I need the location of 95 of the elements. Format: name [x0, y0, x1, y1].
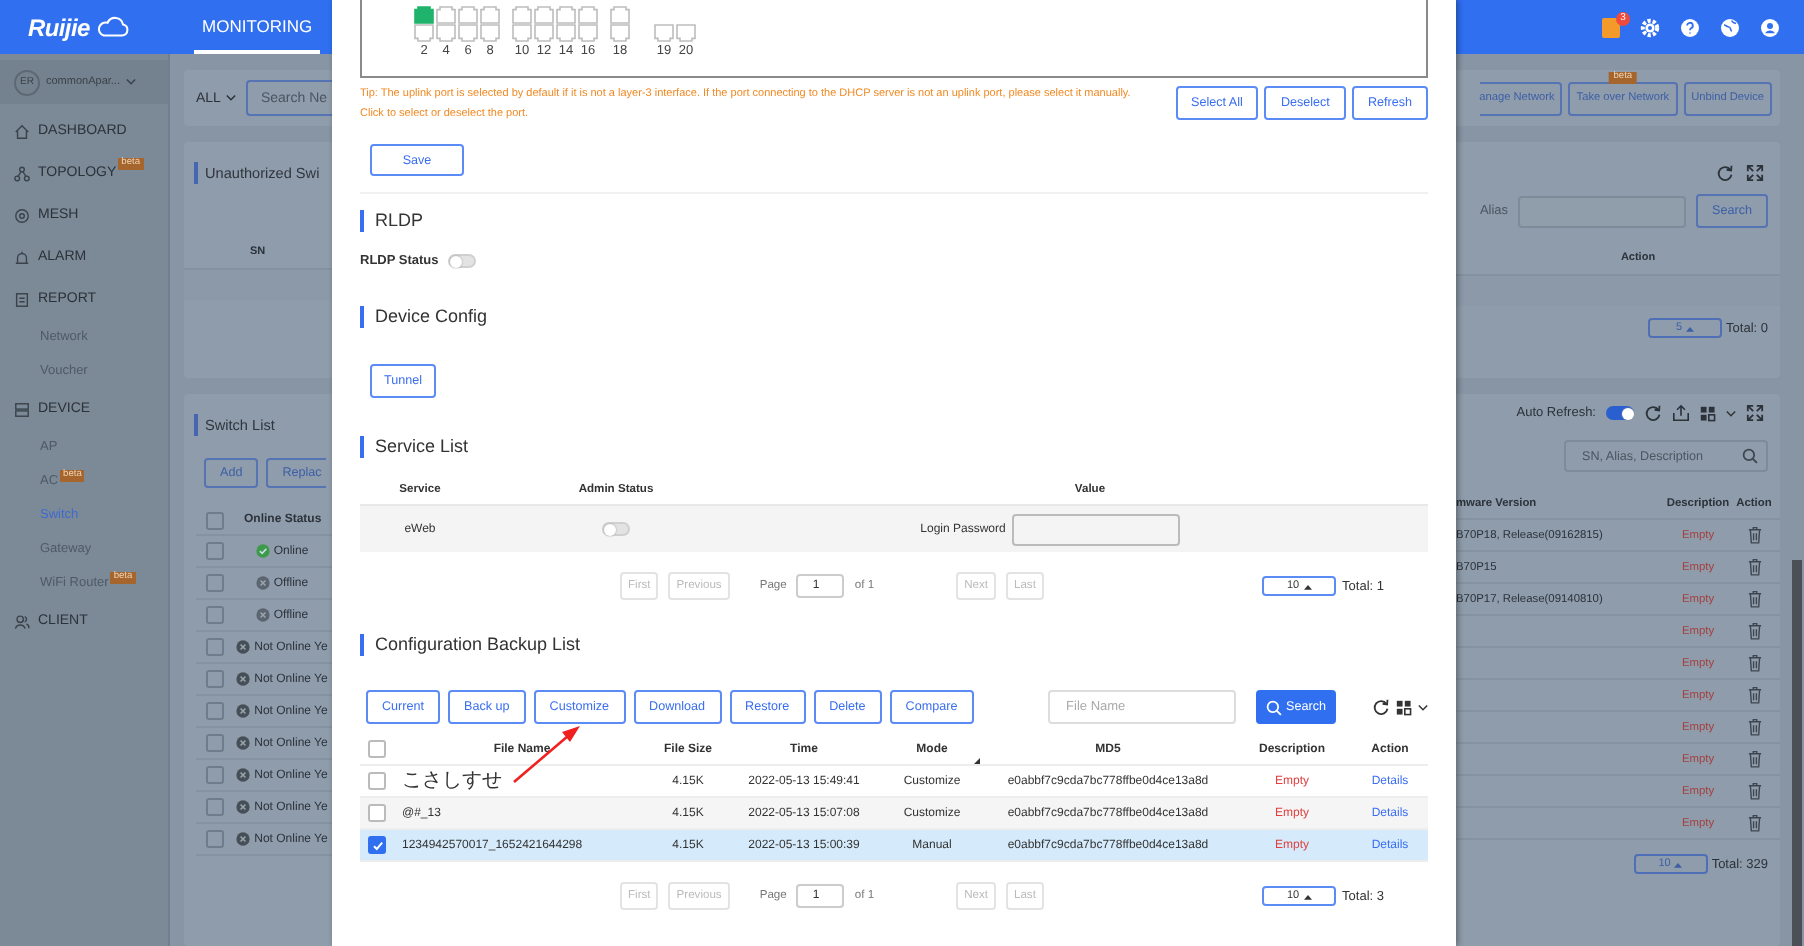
port-icon[interactable] [578, 24, 598, 42]
trash-icon[interactable] [1747, 526, 1761, 544]
caret-icon [1303, 893, 1312, 899]
checkbox[interactable] [206, 574, 224, 592]
x-circle-icon [236, 832, 251, 846]
refresh-icon[interactable] [1372, 698, 1390, 716]
port-icon[interactable] [654, 24, 674, 42]
checkbox[interactable] [206, 766, 224, 784]
check-circle-icon [255, 544, 270, 558]
port-icon[interactable] [534, 24, 554, 42]
port-icon[interactable] [480, 24, 500, 42]
checkbox[interactable] [368, 804, 386, 822]
caret-icon [1303, 583, 1312, 589]
port-icon[interactable] [458, 24, 478, 42]
port-icon[interactable] [414, 6, 434, 24]
checkbox[interactable] [206, 606, 224, 624]
caret-icon [226, 94, 237, 102]
checkbox[interactable] [206, 702, 224, 720]
checkbox[interactable] [206, 511, 224, 529]
trash-icon[interactable] [1747, 622, 1761, 640]
checkbox[interactable] [206, 542, 224, 560]
settings-icon[interactable] [1640, 17, 1660, 37]
toggle-switch[interactable] [1606, 406, 1634, 420]
trash-icon[interactable] [1747, 654, 1761, 672]
x-circle-icon [255, 608, 270, 622]
caret-icon [1418, 703, 1428, 711]
trash-icon[interactable] [1747, 814, 1761, 832]
x-circle-icon [255, 576, 270, 590]
port-icon[interactable] [414, 24, 434, 42]
menu-icon [14, 165, 30, 181]
cloud-icon [95, 16, 130, 38]
nav-tab[interactable]: MONITORING [194, 0, 321, 54]
search-icon [1742, 448, 1758, 464]
port-icon[interactable] [436, 24, 456, 42]
port-icon[interactable] [556, 6, 576, 24]
checkbox[interactable] [206, 798, 224, 816]
trash-icon[interactable] [1747, 782, 1761, 800]
port-icon[interactable] [676, 24, 696, 42]
user-icon[interactable] [1760, 17, 1780, 37]
logo-text: Ruijie [28, 13, 90, 41]
trash-icon[interactable] [1747, 718, 1761, 736]
section-title: Service List [375, 436, 469, 456]
port-icon[interactable] [458, 6, 478, 24]
fullscreen-icon[interactable] [1746, 404, 1764, 422]
table-cell-text: こさしすせ [400, 771, 504, 791]
search-icon [1266, 699, 1283, 715]
menu-icon [14, 249, 30, 265]
section-title: RLDP [375, 210, 424, 230]
x-circle-icon [236, 672, 251, 686]
port-icon[interactable] [480, 6, 500, 24]
port-icon[interactable] [556, 24, 576, 42]
section-title: Device Config [375, 306, 488, 326]
help-icon[interactable] [1680, 17, 1700, 37]
trash-icon[interactable] [1747, 750, 1761, 768]
menu-icon [14, 291, 30, 307]
globe-icon[interactable] [1720, 17, 1740, 37]
sort-icon[interactable] [974, 757, 980, 763]
port-icon[interactable] [534, 6, 554, 24]
checkbox[interactable] [206, 638, 224, 656]
port-icon[interactable] [512, 24, 532, 42]
trash-icon[interactable] [1747, 558, 1761, 576]
password-field[interactable] [1011, 513, 1180, 545]
x-circle-icon [236, 800, 251, 814]
caret-icon [1686, 325, 1695, 331]
checkbox[interactable] [206, 830, 224, 848]
notification-icon[interactable] [1602, 17, 1620, 37]
menu-icon [14, 613, 30, 629]
x-circle-icon [236, 768, 251, 782]
x-circle-icon [236, 640, 251, 654]
port-icon[interactable] [578, 6, 598, 24]
caret-icon [126, 78, 136, 86]
caret-icon [1674, 861, 1683, 867]
grid-icon[interactable] [1396, 699, 1412, 715]
caret-icon [1726, 409, 1736, 417]
trash-icon[interactable] [1747, 686, 1761, 704]
section-title: Configuration Backup List [375, 634, 581, 654]
menu-icon [14, 207, 30, 223]
trash-icon[interactable] [1747, 590, 1761, 608]
checkbox[interactable] [206, 734, 224, 752]
port-icon[interactable] [512, 6, 532, 24]
x-circle-icon [236, 704, 251, 718]
port-icon[interactable] [610, 6, 630, 24]
fullscreen-icon[interactable] [1746, 164, 1764, 182]
x-circle-icon [236, 736, 251, 750]
checkbox[interactable] [206, 670, 224, 688]
checkbox[interactable] [368, 740, 386, 758]
checkbox[interactable] [368, 836, 386, 854]
pointer-arrow [512, 724, 582, 784]
port-icon[interactable] [610, 24, 630, 42]
port-icon[interactable] [436, 6, 456, 24]
export-icon[interactable] [1672, 404, 1690, 422]
scrollbar[interactable] [1792, 560, 1802, 946]
menu-icon [14, 123, 30, 139]
checkbox[interactable] [368, 772, 386, 790]
menu-icon [14, 401, 30, 417]
